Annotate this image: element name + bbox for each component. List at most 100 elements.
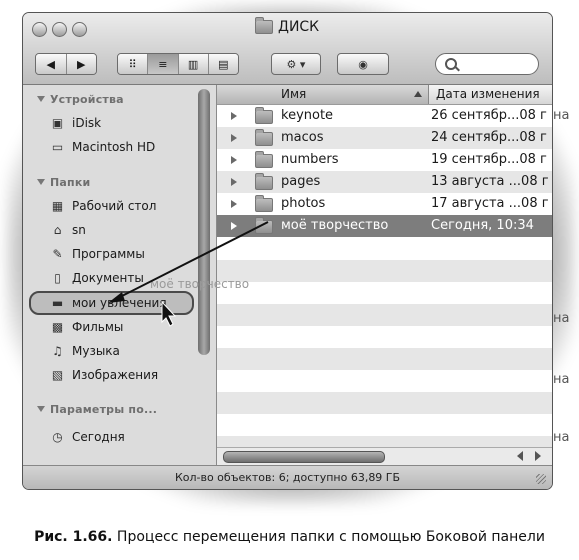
quick-look-button[interactable]: ◉ [337,53,389,75]
drag-ghost-label: моё творчество [150,277,250,291]
disclosure-triangle-icon[interactable] [231,112,237,120]
pictures-icon: ▧ [51,368,64,382]
scroll-right-icon[interactable] [535,451,541,461]
movies-icon: ▩ [51,320,64,334]
folder-icon [255,195,273,212]
window-title-text: ДИСК [278,19,320,35]
horizontal-scrollbar[interactable] [217,447,552,465]
folder-icon: ▬ [51,296,64,310]
sidebar-item-label: Фильмы [72,320,124,334]
disclosure-triangle-icon[interactable] [231,178,237,186]
list-item[interactable]: photos 17 августа ...08 г [217,193,552,215]
disclosure-triangle-icon [37,179,45,185]
list-item[interactable]: pages 13 августа ...08 г [217,171,552,193]
home-icon: ⌂ [53,223,62,237]
sort-ascending-icon [414,91,422,97]
list-view-icon: ≡ [158,57,168,71]
sidebar-scrollbar[interactable] [198,89,210,355]
search-field[interactable] [435,53,539,75]
resize-grip-icon[interactable] [536,474,546,484]
sidebar-heading-folders[interactable]: Папки [37,176,90,189]
folder-icon [255,173,273,190]
sidebar-heading-search[interactable]: Параметры по... [37,403,157,416]
margin-text-fragment: на [553,108,570,123]
list-item[interactable]: keynote 26 сентябр...08 г [217,105,552,127]
title-toolbar: ДИСК ◀ ▶ ⠿ ≡ ▥ ▤ ⚙ ▾ ◉ [23,13,552,85]
figure-label: Рис. 1.66. [34,529,113,545]
sidebar-item-label: Документы [72,271,144,285]
disclosure-triangle-icon[interactable] [231,156,237,164]
sidebar-item-drop-target[interactable]: ▬ мои увлечения [29,291,194,315]
list-header: Имя Дата изменения [217,85,552,105]
sidebar-item-applications[interactable]: ✎ Программы [49,244,145,264]
disclosure-triangle-icon[interactable] [231,134,237,142]
disclosure-triangle-icon [37,406,45,412]
margin-text-fragment: на [553,430,570,445]
column-view-icon: ▥ [187,57,199,71]
column-header-date[interactable]: Дата изменения [430,85,540,104]
folder-icon [255,129,273,146]
sidebar-item-label: Macintosh HD [72,140,156,154]
sidebar-item-macintosh-hd[interactable]: ▭ Macintosh HD [49,137,155,157]
clock-icon: ◷ [52,430,63,444]
folder-icon [255,217,273,234]
coverflow-view-icon: ▤ [218,57,229,71]
folder-icon [255,151,273,168]
sidebar-item-label: Музыка [72,344,120,358]
window-title: ДИСК [255,17,320,35]
list-view-button[interactable]: ≡ [148,54,179,74]
sidebar-item-label: sn [72,223,86,237]
sidebar-item-music[interactable]: ♫ Музыка [49,341,120,361]
desktop-icon: ▦ [51,199,64,213]
sidebar-item-label: iDisk [72,116,102,130]
sidebar-item-documents[interactable]: ▯ Документы [49,268,144,288]
search-icon [445,58,457,70]
margin-text-fragment: на [553,311,570,326]
column-header-name[interactable]: Имя [217,85,429,104]
finder-window: ДИСК ◀ ▶ ⠿ ≡ ▥ ▤ ⚙ ▾ ◉ Устройства ▣ iDisk… [22,12,553,490]
nav-buttons: ◀ ▶ [35,53,97,75]
sidebar-item-label: Изображения [72,368,159,382]
eye-icon: ◉ [358,57,368,71]
idisk-icon: ▣ [51,116,64,130]
sidebar-item-label: Программы [72,247,145,261]
minimize-button[interactable] [52,22,67,37]
status-bar: Кол-во объектов: 6; доступно 63,89 ГБ [23,465,552,489]
forward-icon: ▶ [77,57,86,71]
forward-button[interactable]: ▶ [66,54,96,74]
folder-icon [255,107,273,124]
sidebar-item-today[interactable]: ◷ Сегодня [49,427,125,447]
documents-icon: ▯ [54,271,61,285]
status-text: Кол-во объектов: 6; доступно 63,89 ГБ [174,471,401,484]
sidebar-item-desktop[interactable]: ▦ Рабочий стол [49,196,157,216]
sidebar-item-label: Рабочий стол [72,199,157,213]
view-mode-buttons: ⠿ ≡ ▥ ▤ [117,53,239,75]
close-button[interactable] [32,22,47,37]
list-item[interactable]: macos 24 сентябр...08 г [217,127,552,149]
list-item[interactable]: numbers 19 сентябр...08 г [217,149,552,171]
gear-icon: ⚙ ▾ [286,57,306,71]
sidebar-item-home[interactable]: ⌂ sn [49,220,86,240]
sidebar-item-idisk[interactable]: ▣ iDisk [49,113,101,133]
scroll-left-icon[interactable] [517,451,523,461]
sidebar-item-label: мои увлечения [72,296,167,310]
figure-caption: Рис. 1.66. Процесс перемещения папки с п… [0,529,579,545]
back-icon: ◀ [46,57,55,71]
icon-view-button[interactable]: ⠿ [118,54,149,74]
applications-icon: ✎ [52,247,63,261]
zoom-button[interactable] [72,22,87,37]
disclosure-triangle-icon[interactable] [231,222,237,230]
folder-icon [255,17,273,34]
sidebar-item-pictures[interactable]: ▧ Изображения [49,365,158,385]
column-view-button[interactable]: ▥ [178,54,209,74]
sidebar-heading-devices[interactable]: Устройства [37,93,124,106]
empty-rows [217,238,552,448]
action-menu-button[interactable]: ⚙ ▾ [271,53,321,75]
list-item-selected[interactable]: моё творчество Сегодня, 10:34 [217,215,552,237]
sidebar-item-movies[interactable]: ▩ Фильмы [49,317,124,337]
coverflow-view-button[interactable]: ▤ [208,54,238,74]
icon-view-icon: ⠿ [128,57,137,71]
scrollbar-thumb[interactable] [223,451,385,463]
disclosure-triangle-icon[interactable] [231,200,237,208]
back-button[interactable]: ◀ [36,54,67,74]
